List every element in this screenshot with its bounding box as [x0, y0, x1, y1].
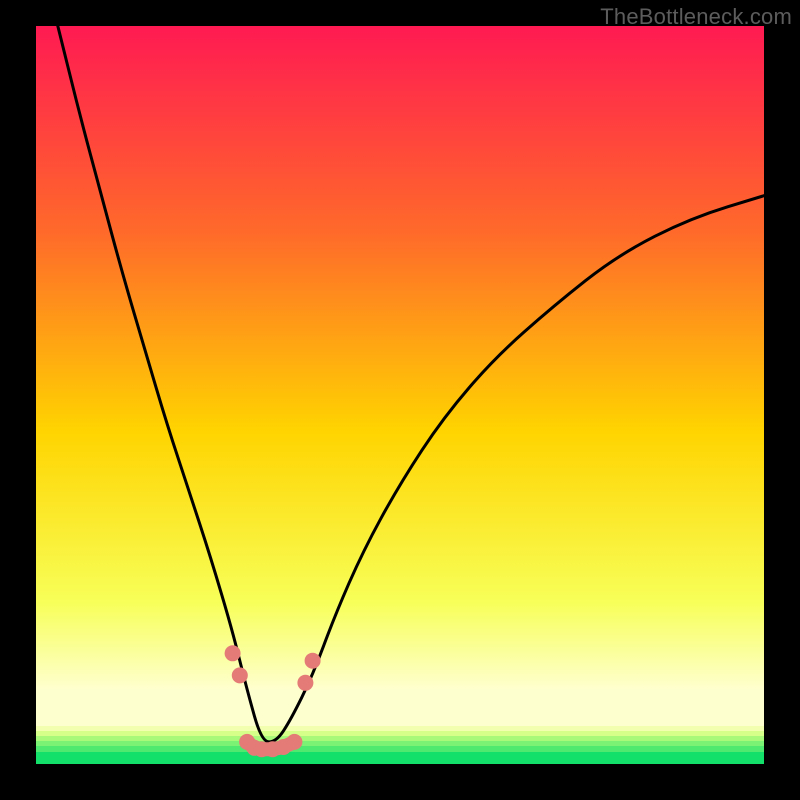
left-marker-2: [232, 667, 248, 683]
watermark-text: TheBottleneck.com: [600, 4, 792, 30]
bottleneck-curve: [58, 26, 764, 742]
curve-layer: [36, 26, 764, 764]
chart-frame: TheBottleneck.com: [0, 0, 800, 800]
right-marker-2: [305, 653, 321, 669]
floor-marker-6: [286, 734, 302, 750]
right-marker-1: [297, 675, 313, 691]
plot-area: [36, 26, 764, 764]
left-marker-1: [225, 645, 241, 661]
